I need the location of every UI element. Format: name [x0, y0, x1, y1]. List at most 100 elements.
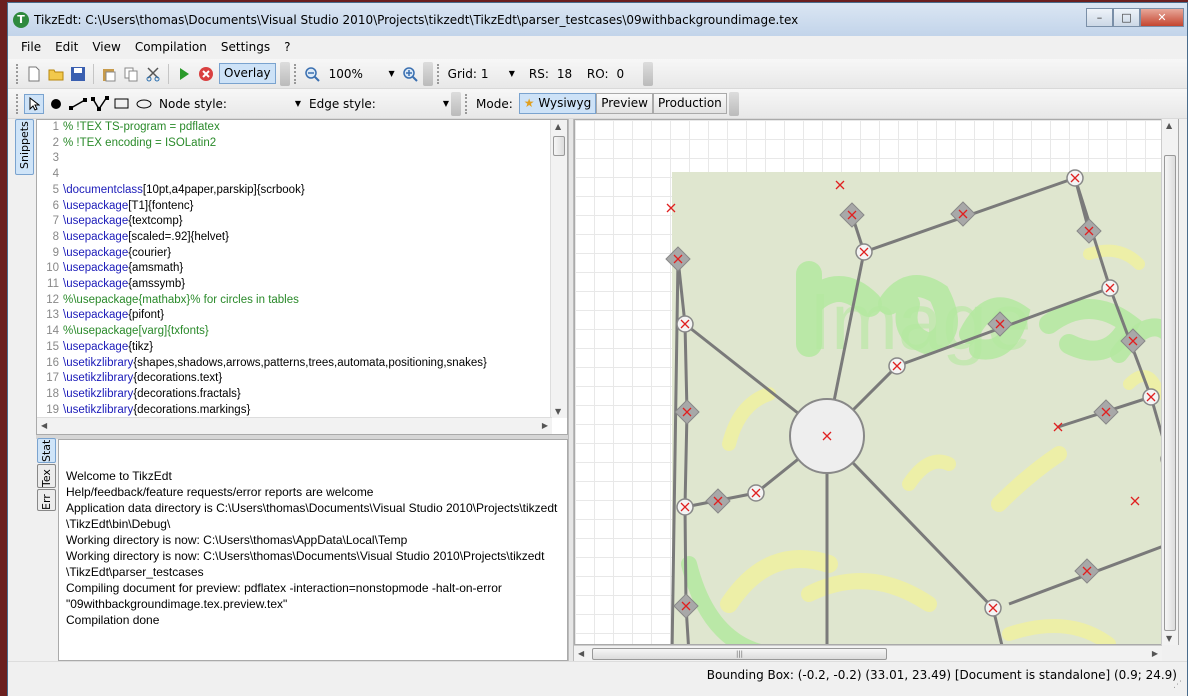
editor-line[interactable]: 8 \usepackage[scaled=.92]{helvet}: [39, 230, 554, 246]
toolbar-grip[interactable]: [16, 93, 19, 114]
mode-label: Mode:: [476, 96, 513, 111]
path-tool-icon[interactable]: [90, 94, 110, 114]
select-tool-icon[interactable]: [24, 93, 44, 114]
node-style-combo[interactable]: Node style: ▼: [159, 97, 301, 111]
toolbar-overflow[interactable]: [422, 61, 433, 86]
editor-line[interactable]: 9 \usepackage{courier}: [39, 246, 554, 262]
stop-icon[interactable]: [196, 64, 216, 84]
zoom-combo[interactable]: 100% ▼: [329, 67, 395, 81]
editor-line[interactable]: 6 \usepackage[T1]{fontenc}: [39, 199, 554, 215]
editor-line[interactable]: 4: [39, 167, 554, 183]
menu-settings[interactable]: Settings: [214, 40, 277, 54]
editor-line[interactable]: 18 \usetikzlibrary{decorations.fractals}: [39, 387, 554, 403]
scroll-left-icon[interactable]: ◀: [578, 649, 584, 658]
editor-horizontal-scrollbar[interactable]: ◀ ▶: [37, 417, 552, 434]
edge-tool-icon[interactable]: [68, 94, 88, 114]
scroll-up-icon[interactable]: ▲: [555, 122, 561, 131]
tab-tex[interactable]: Tex: [37, 464, 56, 488]
menu-compilation[interactable]: Compilation: [128, 40, 214, 54]
paste-icon[interactable]: [99, 64, 119, 84]
close-button[interactable]: ✕: [1140, 8, 1184, 27]
code-editor[interactable]: 1 % !TEX TS-program = pdflatex 2 % !TEX enc…: [36, 119, 568, 435]
scroll-down-icon[interactable]: ▼: [1166, 634, 1172, 643]
editor-line[interactable]: 14 %\usepackage[varg]{txfonts}: [39, 324, 554, 340]
toolbar-grip[interactable]: [436, 63, 440, 84]
ellipse-tool-icon[interactable]: [134, 94, 154, 114]
preview-canvas[interactable]: Image: [574, 119, 1179, 645]
line-number: 3: [52, 152, 59, 165]
save-icon[interactable]: [68, 64, 88, 84]
node-tool-icon[interactable]: [46, 94, 66, 114]
zoom-in-icon[interactable]: [400, 64, 420, 84]
output-line: Help/feedback/feature requests/error rep…: [66, 485, 374, 499]
tab-err[interactable]: Err: [37, 489, 56, 511]
rs-input[interactable]: 18: [557, 67, 579, 81]
editor-line[interactable]: 15 \usepackage{tikz}: [39, 340, 554, 356]
rectangle-tool-icon[interactable]: [112, 94, 132, 114]
editor-vertical-scrollbar[interactable]: ▲ ▼: [550, 120, 567, 418]
editor-line[interactable]: 19 \usetikzlibrary{decorations.markings}: [39, 403, 554, 419]
scroll-right-icon[interactable]: ▶: [1152, 649, 1158, 658]
copy-icon[interactable]: [121, 64, 141, 84]
toolbar-overflow[interactable]: [728, 91, 739, 116]
editor-line[interactable]: 5 \documentclass[10pt,a4paper,parskip]{sc…: [39, 183, 554, 199]
tikz-preview-drawing[interactable]: Image: [575, 120, 1179, 645]
mode-production-button[interactable]: Production: [652, 93, 727, 114]
code-token: \usepackage: [63, 278, 129, 291]
toolbar-overflow[interactable]: [279, 61, 290, 86]
menu-edit[interactable]: Edit: [48, 40, 85, 54]
toolbar-grip[interactable]: [465, 93, 468, 114]
scroll-right-icon[interactable]: ▶: [542, 421, 548, 430]
tab-stat[interactable]: Stat: [37, 438, 56, 463]
code-token: \usepackage: [63, 246, 129, 259]
toolbar-grip[interactable]: [293, 63, 297, 84]
open-folder-icon[interactable]: [46, 64, 66, 84]
scroll-up-icon[interactable]: ▲: [1166, 121, 1172, 130]
scroll-down-icon[interactable]: ▼: [555, 407, 561, 416]
mode-preview-button[interactable]: Preview: [596, 93, 653, 114]
editor-line[interactable]: 11 \usepackage{amssymb}: [39, 277, 554, 293]
scrollbar-thumb[interactable]: [1164, 155, 1176, 631]
new-file-icon[interactable]: [24, 64, 44, 84]
scroll-left-icon[interactable]: ◀: [41, 421, 47, 430]
editor-line[interactable]: 13 \usepackage{pifont}: [39, 308, 554, 324]
edge-style-combo[interactable]: Edge style: ▼: [309, 97, 449, 111]
resize-grip-icon[interactable]: ⋰: [1173, 681, 1185, 694]
minimize-button[interactable]: –: [1086, 8, 1113, 27]
mode-wysiwyg-button[interactable]: ★ Wysiwyg: [518, 93, 597, 114]
preview-vertical-scrollbar[interactable]: ▲ ▼: [1161, 119, 1178, 645]
menu-help[interactable]: ?: [277, 40, 297, 54]
editor-line[interactable]: 16 \usetikzlibrary{shapes,shadows,arrows,…: [39, 356, 554, 372]
grid-combo[interactable]: 1 ▼: [481, 67, 515, 81]
run-icon[interactable]: [174, 64, 194, 84]
preview-horizontal-scrollbar[interactable]: ◀ ||| ▶: [574, 645, 1162, 661]
code-token: \usepackage: [63, 215, 129, 228]
line-number: 7: [52, 215, 59, 228]
code-token: [T1]{fontenc}: [128, 199, 194, 212]
title-bar[interactable]: T TikzEdt: C:\Users\thomas\Documents\Vis…: [8, 3, 1187, 36]
cut-icon[interactable]: [143, 64, 163, 84]
toolbar-grip[interactable]: [16, 63, 19, 84]
toolbar-overflow[interactable]: [451, 91, 461, 116]
scrollbar-thumb[interactable]: [553, 136, 565, 156]
toolbar-separator: [93, 63, 94, 84]
menu-view[interactable]: View: [85, 40, 127, 54]
editor-text[interactable]: 1 % !TEX TS-program = pdflatex 2 % !TEX enc…: [39, 120, 554, 418]
toolbar-overflow[interactable]: [642, 61, 653, 86]
editor-line[interactable]: 2 % !TEX encoding = ISOLatin2: [39, 136, 554, 152]
editor-line[interactable]: 1 % !TEX TS-program = pdflatex: [39, 120, 554, 136]
ro-input[interactable]: 0: [617, 67, 637, 81]
editor-line[interactable]: 3: [39, 151, 554, 167]
tab-snippets[interactable]: Snippets: [15, 119, 34, 175]
editor-line[interactable]: 17 \usetikzlibrary{decorations.text}: [39, 371, 554, 387]
maximize-button[interactable]: □: [1113, 8, 1140, 27]
editor-line[interactable]: 7 \usepackage{textcomp}: [39, 214, 554, 230]
menu-file[interactable]: File: [14, 40, 48, 54]
code-token: \usetikzlibrary: [63, 387, 134, 400]
scrollbar-thumb[interactable]: |||: [592, 648, 887, 660]
overlay-toggle[interactable]: Overlay: [219, 63, 276, 84]
zoom-out-icon[interactable]: [302, 64, 322, 84]
editor-line[interactable]: 12 %\usepackage{mathabx}% for circles in …: [39, 293, 554, 309]
editor-line[interactable]: 10 \usepackage{amsmath}: [39, 261, 554, 277]
edge-style-label: Edge style:: [309, 96, 376, 111]
